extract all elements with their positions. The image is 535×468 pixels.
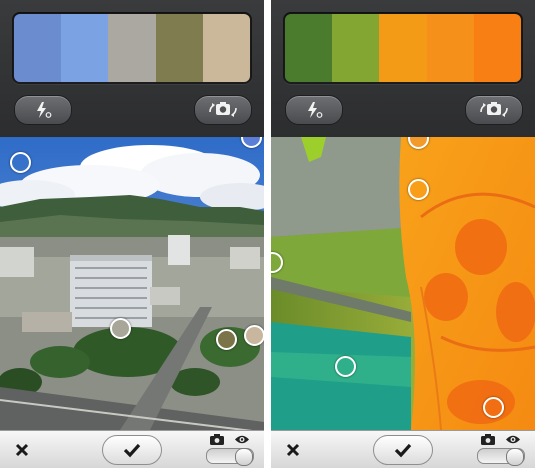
switch-camera-button[interactable] bbox=[194, 95, 252, 125]
color-palette bbox=[12, 12, 252, 84]
close-button[interactable] bbox=[283, 440, 303, 460]
color-palette bbox=[283, 12, 523, 84]
camera-icon bbox=[210, 434, 224, 445]
switch-camera-icon bbox=[477, 100, 511, 120]
color-picker-marker[interactable] bbox=[110, 318, 131, 339]
confirm-button[interactable] bbox=[102, 435, 162, 465]
palette-swatch[interactable] bbox=[379, 14, 427, 82]
color-picker-marker[interactable] bbox=[483, 397, 504, 418]
color-picker-marker[interactable] bbox=[216, 329, 237, 350]
bottom-toolbar bbox=[271, 430, 535, 468]
palette-swatch[interactable] bbox=[473, 14, 521, 82]
fabric-photo bbox=[271, 137, 535, 430]
color-picker-marker[interactable] bbox=[10, 152, 31, 173]
palette-swatch[interactable] bbox=[155, 14, 203, 82]
close-icon bbox=[283, 440, 303, 460]
flash-button[interactable] bbox=[14, 95, 72, 125]
bottom-toolbar bbox=[0, 430, 264, 468]
eye-icon bbox=[234, 434, 250, 445]
toggle-knob[interactable] bbox=[235, 448, 253, 466]
close-icon bbox=[12, 440, 32, 460]
switch-camera-icon bbox=[206, 100, 240, 120]
checkmark-icon bbox=[393, 442, 413, 458]
confirm-button[interactable] bbox=[373, 435, 433, 465]
switch-camera-button[interactable] bbox=[465, 95, 523, 125]
eye-icon bbox=[505, 434, 521, 445]
color-picker-marker[interactable] bbox=[244, 325, 264, 346]
palette-swatch[interactable] bbox=[14, 14, 62, 82]
top-toolbar bbox=[0, 0, 264, 137]
top-toolbar bbox=[271, 0, 535, 137]
palette-swatch[interactable] bbox=[61, 14, 109, 82]
camera-preview[interactable] bbox=[271, 137, 535, 430]
palette-swatch[interactable] bbox=[426, 14, 474, 82]
palette-swatch[interactable] bbox=[202, 14, 250, 82]
color-picker-marker[interactable] bbox=[335, 356, 356, 377]
camera-icon bbox=[481, 434, 495, 445]
palette-swatch[interactable] bbox=[108, 14, 156, 82]
flash-auto-icon bbox=[33, 101, 53, 119]
city-photo bbox=[0, 137, 264, 430]
palette-swatch[interactable] bbox=[285, 14, 333, 82]
mode-toggle[interactable] bbox=[477, 448, 525, 466]
camera-preview[interactable] bbox=[0, 137, 264, 430]
mode-toggle[interactable] bbox=[206, 448, 254, 466]
checkmark-icon bbox=[122, 442, 142, 458]
toggle-knob[interactable] bbox=[506, 448, 524, 466]
palette-swatch[interactable] bbox=[332, 14, 380, 82]
close-button[interactable] bbox=[12, 440, 32, 460]
screen-1 bbox=[0, 0, 264, 468]
flash-auto-icon bbox=[304, 101, 324, 119]
flash-button[interactable] bbox=[285, 95, 343, 125]
screen-2 bbox=[271, 0, 535, 468]
color-picker-marker[interactable] bbox=[408, 179, 429, 200]
